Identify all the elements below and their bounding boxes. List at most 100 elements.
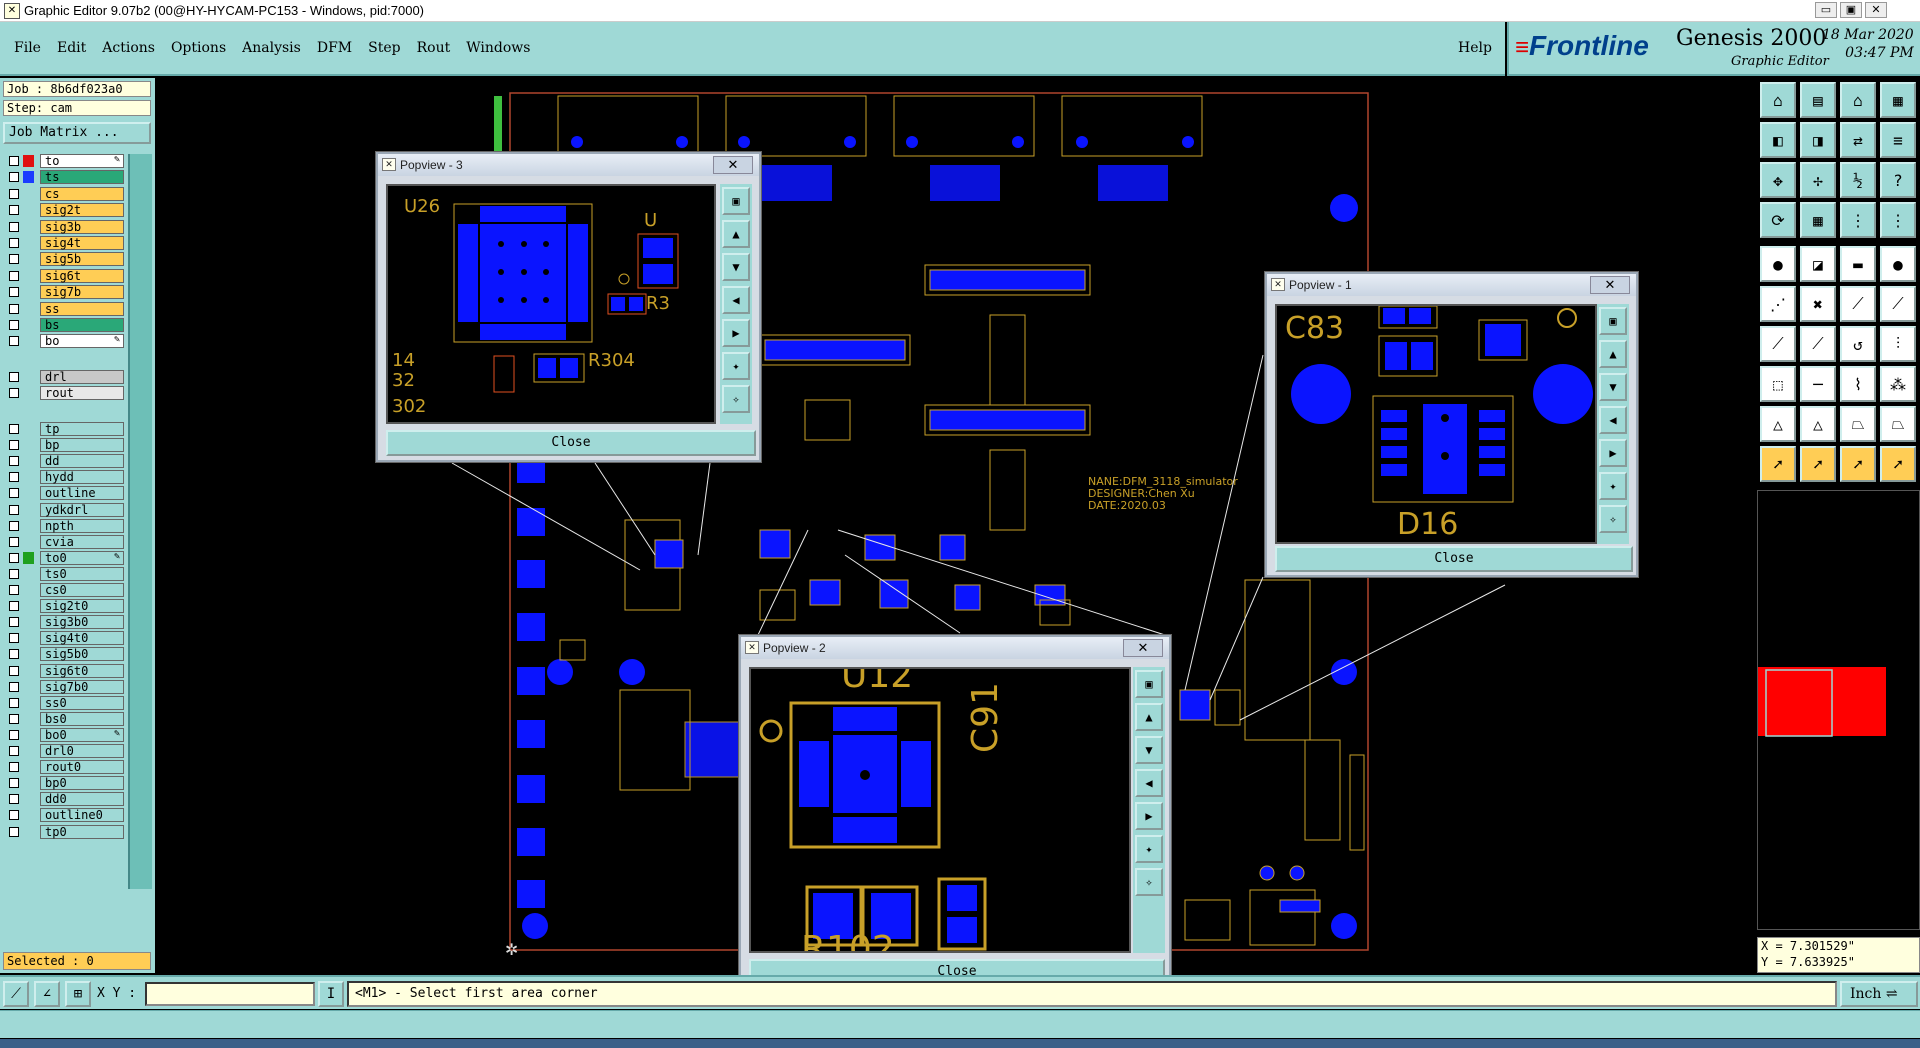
layer-color-swatch[interactable] [23, 303, 34, 315]
tool-select2-icon[interactable]: ➚ [1800, 446, 1836, 482]
layer-color-swatch[interactable] [23, 745, 34, 757]
layer-checkbox[interactable] [9, 601, 19, 612]
layer-color-swatch[interactable] [23, 319, 34, 331]
tool-arc-icon[interactable]: ↺ [1840, 326, 1876, 362]
layer-color-swatch[interactable] [23, 536, 34, 548]
layer-color-swatch[interactable] [23, 204, 34, 216]
tool-group-icon[interactable]: ⁂ [1880, 366, 1916, 402]
layer-row-to[interactable]: to ✎ [4, 154, 124, 168]
popview-up-icon[interactable]: ▲ [722, 220, 750, 248]
layer-color-swatch[interactable] [23, 155, 34, 167]
layer-row-cs0[interactable]: cs0 [4, 583, 124, 597]
layer-color-swatch[interactable] [23, 648, 34, 660]
tool-bend-icon[interactable]: ⌇ [1840, 366, 1876, 402]
menu-rout[interactable]: Rout [417, 40, 451, 56]
tool-snap-icon[interactable]: ⟳ [1760, 202, 1796, 238]
layer-row-rout[interactable]: rout [4, 386, 124, 400]
layer-row-sig5b0[interactable]: sig5b0 [4, 647, 124, 662]
popview-3-view[interactable]: U26 R3 R304 14 32 302 U [386, 184, 716, 424]
tool-move-icon[interactable]: ⬚ [1760, 366, 1796, 402]
status-line-icon[interactable]: ⟋ [3, 981, 29, 1007]
layer-checkbox[interactable] [9, 536, 19, 547]
job-matrix-button[interactable]: Job Matrix ... [3, 122, 151, 144]
tool-trapezoid-icon[interactable]: ⏢ [1840, 406, 1876, 442]
tool-pan-icon[interactable]: ✢ [1800, 162, 1836, 198]
layer-color-swatch[interactable] [23, 551, 34, 564]
popview-down-icon[interactable]: ▼ [1135, 736, 1163, 764]
layer-checkbox[interactable] [9, 810, 19, 821]
layer-name[interactable]: npth [40, 518, 124, 533]
layer-name[interactable]: outline0 [40, 808, 124, 823]
layer-list-scrollbar[interactable] [128, 154, 152, 889]
popview-2-window[interactable]: ✕ Popview - 2 ✕ U12 R102 C91 ▣ ▲ ▼ ◀ ▶ ✦ ✧ … [739, 635, 1171, 990]
layer-name[interactable]: sig5b [40, 252, 124, 267]
layer-color-swatch[interactable] [23, 286, 34, 298]
popview-up-icon[interactable]: ▲ [1599, 340, 1627, 368]
layer-name[interactable]: ts [40, 170, 124, 185]
layer-checkbox[interactable] [9, 649, 19, 660]
tool-draw-line-icon[interactable]: ⟋ [1760, 326, 1796, 362]
layer-row-bp0[interactable]: bp0 [4, 776, 124, 791]
popview-2-view[interactable]: U12 R102 C91 [749, 655, 1131, 970]
popview-zoom-icon[interactable]: ▣ [1599, 307, 1627, 335]
layer-color-swatch[interactable] [23, 681, 34, 693]
layer-row-tp[interactable]: tp [4, 422, 124, 436]
layer-row-sig6t0[interactable]: sig6t0 [4, 663, 124, 678]
layer-row-bo0[interactable]: bo0 ✎ [4, 727, 124, 742]
tool-split-icon[interactable]: ≡ [1880, 122, 1916, 158]
layer-row-ss[interactable]: ss [4, 301, 124, 316]
layer-checkbox[interactable] [9, 826, 19, 837]
close-window-button[interactable]: ✕ [1865, 2, 1887, 18]
layer-row-sig6t[interactable]: sig6t [4, 268, 124, 283]
layer-name[interactable]: sig3b [40, 219, 124, 234]
layer-checkbox[interactable] [9, 287, 19, 298]
layer-color-swatch[interactable] [23, 455, 34, 467]
layer-checkbox[interactable] [9, 254, 19, 265]
layer-color-swatch[interactable] [23, 423, 34, 435]
layer-color-swatch[interactable] [23, 826, 34, 838]
layer-row-ydkdrl[interactable]: ydkdrl [4, 502, 124, 517]
layer-name[interactable]: drl [40, 370, 124, 384]
tool-select4-icon[interactable]: ➚ [1880, 446, 1916, 482]
layer-row-cs[interactable]: cs [4, 186, 124, 201]
tool-pad-icon[interactable]: ● [1760, 246, 1796, 282]
layer-color-swatch[interactable] [23, 520, 34, 532]
layer-name[interactable]: cs0 [40, 583, 124, 597]
menu-actions[interactable]: Actions [102, 40, 155, 56]
tool-node-icon[interactable]: ⟋ [1840, 286, 1876, 322]
layer-checkbox[interactable] [9, 320, 19, 330]
layer-color-swatch[interactable] [23, 439, 34, 451]
layer-row-drl[interactable]: drl [4, 370, 124, 384]
layer-color-swatch[interactable] [23, 487, 34, 499]
layer-checkbox[interactable] [9, 552, 19, 563]
popview-zoom-icon[interactable]: ▣ [722, 187, 750, 215]
overview-map[interactable] [1757, 490, 1920, 930]
popview-left-icon[interactable]: ◀ [722, 286, 750, 314]
layer-row-sig2t0[interactable]: sig2t0 [4, 599, 124, 614]
layer-name[interactable]: dd0 [40, 792, 124, 807]
popview-1-close-button[interactable]: Close [1275, 546, 1633, 572]
layer-name[interactable]: ydkdrl [40, 502, 124, 517]
layer-checkbox[interactable] [9, 488, 19, 499]
layer-row-tp0[interactable]: tp0 [4, 824, 124, 839]
popview-left-icon[interactable]: ◀ [1135, 769, 1163, 797]
layer-row-ts[interactable]: ts [4, 170, 124, 185]
layer-color-swatch[interactable] [23, 713, 34, 725]
menu-options[interactable]: Options [171, 40, 226, 56]
layer-name[interactable]: cvia [40, 534, 124, 549]
layer-checkbox[interactable] [9, 568, 19, 579]
popview-center-icon[interactable]: ✧ [1135, 868, 1163, 896]
tool-scale-icon[interactable]: ½ [1840, 162, 1876, 198]
layer-checkbox[interactable] [9, 762, 19, 773]
layer-checkbox[interactable] [9, 188, 19, 199]
layer-checkbox[interactable] [9, 520, 19, 531]
tool-align-icon[interactable]: ⫶ [1880, 326, 1916, 362]
layer-name[interactable]: sig4t [40, 236, 124, 250]
tool-layers-icon[interactable]: ⋮ [1840, 202, 1876, 238]
popview-1-window[interactable]: ✕ Popview - 1 ✕ C83 D16 ▣ ▲ ▼ ◀ ▶ ✦ ✧ Clos… [1265, 272, 1638, 577]
layer-name[interactable]: sig7b0 [40, 679, 124, 694]
layer-name[interactable]: bo [40, 334, 124, 349]
status-cursor-icon[interactable]: I [318, 981, 344, 1007]
layer-checkbox[interactable] [9, 617, 19, 628]
menu-file[interactable]: File [14, 40, 41, 56]
